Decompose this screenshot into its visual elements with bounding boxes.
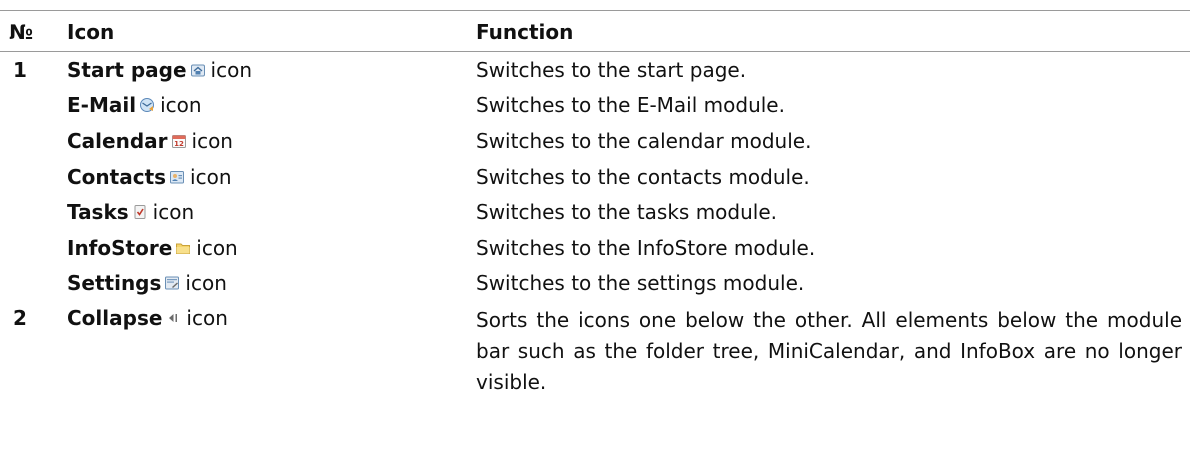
collapse-icon (165, 310, 181, 326)
row-icon-suffix: icon (186, 306, 228, 331)
home-icon (190, 62, 206, 78)
row-number (0, 123, 57, 159)
row-function: Switches to the settings module. (476, 271, 805, 296)
row-icon-name: Calendar (67, 128, 168, 153)
header-icon: Icon (67, 19, 115, 44)
row-icon-suffix: icon (160, 93, 202, 118)
row-icon-cell: Contacts icon (57, 159, 466, 195)
table-row: 1 Start page icon Switches to the start … (0, 52, 1190, 88)
top-rule (0, 10, 1190, 11)
document-page: № Icon Function 1 Start page icon Switch… (0, 0, 1190, 456)
row-icon-cell: InfoStore icon (57, 230, 466, 266)
row-icon-cell: Calendar 12 icon (57, 123, 466, 159)
row-icon-suffix: icon (191, 128, 233, 153)
row-icon-suffix: icon (196, 235, 238, 260)
row-icon-suffix: icon (190, 164, 232, 189)
tasks-icon (132, 204, 148, 220)
row-icon-cell: E-Mail icon (57, 88, 466, 124)
row-function: Switches to the contacts module. (476, 164, 810, 189)
row-icon-suffix: icon (152, 200, 195, 225)
row-function: Switches to the start page. (476, 57, 747, 82)
row-icon-name: E-Mail (67, 93, 137, 118)
row-function: Sorts the icons one below the other. All… (476, 308, 1182, 395)
row-number (0, 266, 57, 302)
row-number (0, 88, 57, 124)
row-icon-name: Settings (67, 271, 162, 296)
table-header-row: № Icon Function (0, 12, 1190, 52)
row-icon-name: Collapse (67, 306, 163, 331)
contacts-icon (169, 169, 185, 185)
email-icon (139, 97, 155, 113)
row-function: Switches to the tasks module. (476, 200, 778, 225)
table-row: E-Mail icon Switches to the E-Mail modul… (0, 88, 1190, 124)
table-row: InfoStore icon Switches to the InfoStore… (0, 230, 1190, 266)
row-icon-name: Contacts (67, 164, 167, 189)
row-icon-suffix: icon (185, 271, 227, 296)
row-number (0, 194, 57, 230)
folder-icon (175, 240, 191, 256)
table-row: Settings icon Switches to the settings m… (0, 266, 1190, 302)
row-icon-cell: Collapse icon (57, 301, 466, 398)
table-row: Tasks icon Switches to the tasks module. (0, 194, 1190, 230)
table-row: Calendar 12 icon Switches to the calenda… (0, 123, 1190, 159)
row-function: Switches to the E-Mail module. (476, 93, 785, 118)
row-number: 2 (13, 306, 27, 331)
svg-text:12: 12 (174, 140, 184, 148)
row-icon-name: Tasks (67, 200, 129, 225)
header-no: № (9, 19, 34, 44)
header-function: Function (476, 19, 574, 44)
row-icon-cell: Tasks icon (57, 194, 466, 230)
row-icon-cell: Start page icon (57, 52, 466, 88)
settings-icon (164, 275, 180, 291)
table-row: 2 Collapse icon Sorts the icons one belo… (0, 301, 1190, 398)
row-icon-name: InfoStore (67, 235, 173, 260)
row-icon-suffix: icon (210, 57, 253, 82)
function-table: № Icon Function 1 Start page icon Switch… (0, 12, 1190, 398)
table-row: Contacts icon Switches to the contacts m… (0, 159, 1190, 195)
row-function: Switches to the InfoStore module. (476, 235, 816, 260)
row-function: Switches to the calendar module. (476, 128, 812, 153)
calendar-icon: 12 (171, 133, 187, 149)
row-icon-cell: Settings icon (57, 266, 466, 302)
row-number (0, 159, 57, 195)
row-icon-name: Start page (67, 57, 187, 82)
row-number: 1 (13, 57, 27, 82)
row-number (0, 230, 57, 266)
